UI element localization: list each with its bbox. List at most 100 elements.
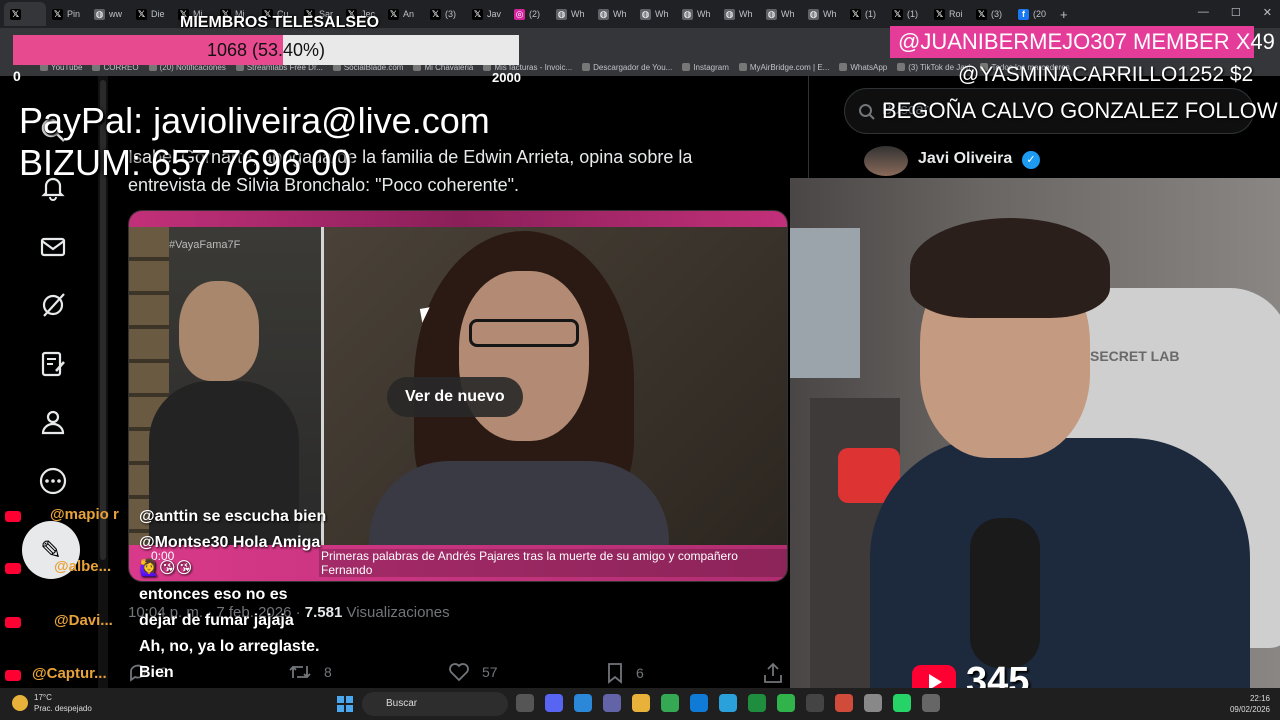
share-button[interactable] [762,662,784,684]
bookmark-item[interactable]: WhatsApp [839,63,887,72]
browser-tab[interactable]: ◍ Wh [802,2,844,26]
share-icon [764,662,782,683]
clock-time: 22:16 [1249,694,1270,703]
browser-tab[interactable]: 𝕏 Jav [466,2,508,26]
teams-icon[interactable] [603,694,621,712]
browser-tab[interactable]: ◍ Wh [760,2,802,26]
more-icon[interactable] [38,466,68,496]
chrome-icon[interactable] [661,694,679,712]
bookmark-favicon-icon [682,63,691,71]
tab-label: Roi [949,9,963,19]
weather-widget[interactable]: 17°C Prac. despejado [34,692,92,714]
bookmark-label: Instagram [693,62,729,72]
browser-tab[interactable]: ◍ Wh [634,2,676,26]
taskbar-search[interactable]: Buscar [362,692,508,716]
bizum-info: BIZUM: 657 7696 00 [19,142,352,183]
glasses [469,319,579,347]
new-tab-icon[interactable]: + [1060,7,1068,22]
like-button[interactable]: 57 [448,662,498,682]
edge-icon[interactable] [690,694,708,712]
app-icon[interactable] [777,694,795,712]
tab-label: Wh [613,9,627,19]
discord-icon[interactable] [545,694,563,712]
outlook-icon[interactable] [574,694,592,712]
browser-tab[interactable]: 𝕏 Die [130,2,172,26]
taskbar-clock[interactable]: 22:16 09/02/2026 [1224,693,1270,715]
tab-label: Wh [655,9,669,19]
chair-brand: SECRET LAB [1090,348,1180,364]
browser-tab[interactable]: 𝕏 An [382,2,424,26]
browser-tab[interactable]: ◍ Wh [676,2,718,26]
browser-tab[interactable]: ◍ ww [88,2,130,26]
browser-tab[interactable]: ◎ (2) [508,2,550,26]
obs-icon[interactable] [806,694,824,712]
globe-icon: ◍ [808,8,819,20]
browser-tab[interactable]: ◍ Wh [592,2,634,26]
browser-tab[interactable]: 𝕏 [4,2,46,26]
follow-alert: BEGOÑA CALVO GONZALEZ FOLLOW [882,98,1278,123]
minimize-icon[interactable]: — [1198,6,1209,19]
task-view-icon[interactable] [516,694,534,712]
member-goal-bar: 1068 (53.40%) [13,35,519,65]
file-explorer-icon[interactable] [632,694,650,712]
maximize-icon[interactable]: ☐ [1231,6,1241,19]
browser-tab[interactable]: ◍ Wh [718,2,760,26]
tab-label: (2) [529,9,540,19]
globe-icon: ◍ [598,8,609,20]
whatsapp-icon[interactable] [893,694,911,712]
tab-label: (20 [1033,9,1047,19]
windows-start-icon[interactable] [337,696,353,712]
member-goal-min: 0 [13,68,21,84]
bookmark-item[interactable]: MyAirBridge.com | E... [738,63,829,72]
youtube-icon [5,670,21,681]
chat-message: Ah, no, ya lo arreglaste. Bien [139,638,320,681]
bookmark-favicon-icon [582,63,591,71]
tab-label: (3) [445,9,456,19]
telegram-icon[interactable] [719,694,737,712]
window-controls[interactable]: — ☐ ✕ [1198,6,1272,19]
bookmark-count: 6 [636,665,644,681]
X-icon: 𝕏 [388,8,399,20]
browser-tab[interactable]: 𝕏 (3) [970,2,1012,26]
app-icon[interactable] [748,694,766,712]
member-goal-text: 1068 (53.40%) [206,40,326,60]
views-label: Visualizaciones [342,604,450,621]
streamer-hair [910,218,1110,318]
chat-username: @albe... [54,558,112,575]
bookmark-item[interactable]: Descargador de You... [582,63,672,72]
browser-tab[interactable]: 𝕏 Pin [46,2,88,26]
bookmark-item[interactable]: Instagram [682,63,729,72]
chat-message: entonces eso no es dejar de fumar jajaja [139,586,294,629]
tab-label: ww [109,9,122,19]
globe-icon: ◍ [724,8,735,20]
avatar[interactable] [864,146,908,176]
instagram-icon: ◎ [514,8,525,20]
app-icon[interactable] [922,694,940,712]
app-icon[interactable] [835,694,853,712]
bookmark-button[interactable]: 6 [606,662,644,684]
paypal-info: PayPal: javioliveira@live.com [19,100,490,141]
profile-name[interactable]: Javi Oliveira [918,150,1012,168]
youtube-icon [5,617,21,628]
video-lower-third-text: Primeras palabras de Andrés Pajares tras… [319,549,787,577]
X-icon: 𝕏 [934,8,945,20]
lists-icon[interactable] [38,349,68,379]
browser-tab[interactable]: f (20 [1012,2,1054,26]
browser-tab[interactable]: 𝕏 (1) [886,2,928,26]
close-icon[interactable]: ✕ [1263,6,1272,19]
streamer-body [870,438,1250,688]
browser-tab[interactable]: 𝕏 Roi [928,2,970,26]
donation-alert: @YASMINACARRILLO1252 $2 [958,63,1254,86]
grok-icon[interactable] [38,290,68,320]
app-icon[interactable] [864,694,882,712]
messages-icon[interactable] [38,232,68,262]
browser-tab[interactable]: 𝕏 (3) [424,2,466,26]
facebook-icon: f [1018,8,1029,20]
clock-date: 09/02/2026 [1229,705,1270,714]
replay-button[interactable]: Ver de nuevo [387,377,523,417]
browser-tab[interactable]: 𝕏 (1) [844,2,886,26]
weather-icon[interactable] [12,695,28,711]
chat-username: @mapio r [50,506,119,523]
profile-icon[interactable] [38,407,68,437]
browser-tab[interactable]: ◍ Wh [550,2,592,26]
